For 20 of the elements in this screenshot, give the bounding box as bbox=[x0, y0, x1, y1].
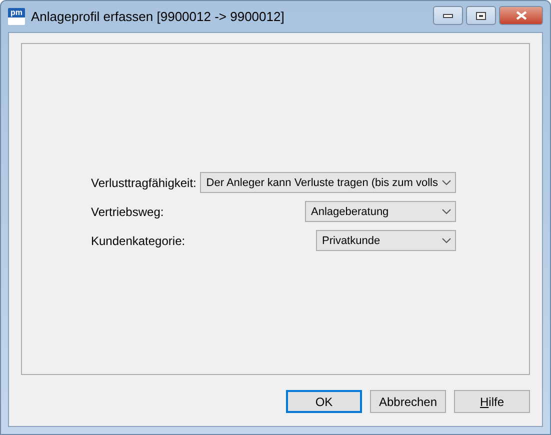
field-label: Kundenkategorie: bbox=[91, 234, 186, 248]
minimize-icon bbox=[443, 14, 453, 18]
maximize-icon bbox=[476, 12, 486, 20]
chevron-down-icon bbox=[442, 238, 451, 243]
chevron-down-icon bbox=[442, 209, 451, 214]
close-icon bbox=[516, 11, 526, 20]
chevron-down-icon bbox=[442, 180, 451, 185]
app-icon: pm bbox=[8, 8, 25, 25]
window-title: Anlageprofil erfassen [9900012 -> 9900012] bbox=[31, 9, 286, 24]
dialog-button[interactable]: OK bbox=[286, 390, 362, 413]
dropdown[interactable]: Privatkunde bbox=[316, 230, 456, 251]
field-label: Verlusttragfähigkeit: bbox=[91, 176, 196, 190]
dialog-button[interactable]: Abbrechen bbox=[370, 390, 446, 413]
close-button[interactable] bbox=[499, 6, 543, 25]
minimize-button[interactable] bbox=[433, 6, 463, 25]
dropdown[interactable]: Der Anleger kann Verluste tragen (bis zum volls bbox=[200, 172, 456, 193]
dialog-button[interactable]: Hilfe bbox=[454, 390, 530, 413]
dropdown[interactable]: Anlageberatung bbox=[305, 201, 456, 222]
field-label: Vertriebsweg: bbox=[91, 204, 164, 218]
maximize-button[interactable] bbox=[466, 6, 496, 25]
